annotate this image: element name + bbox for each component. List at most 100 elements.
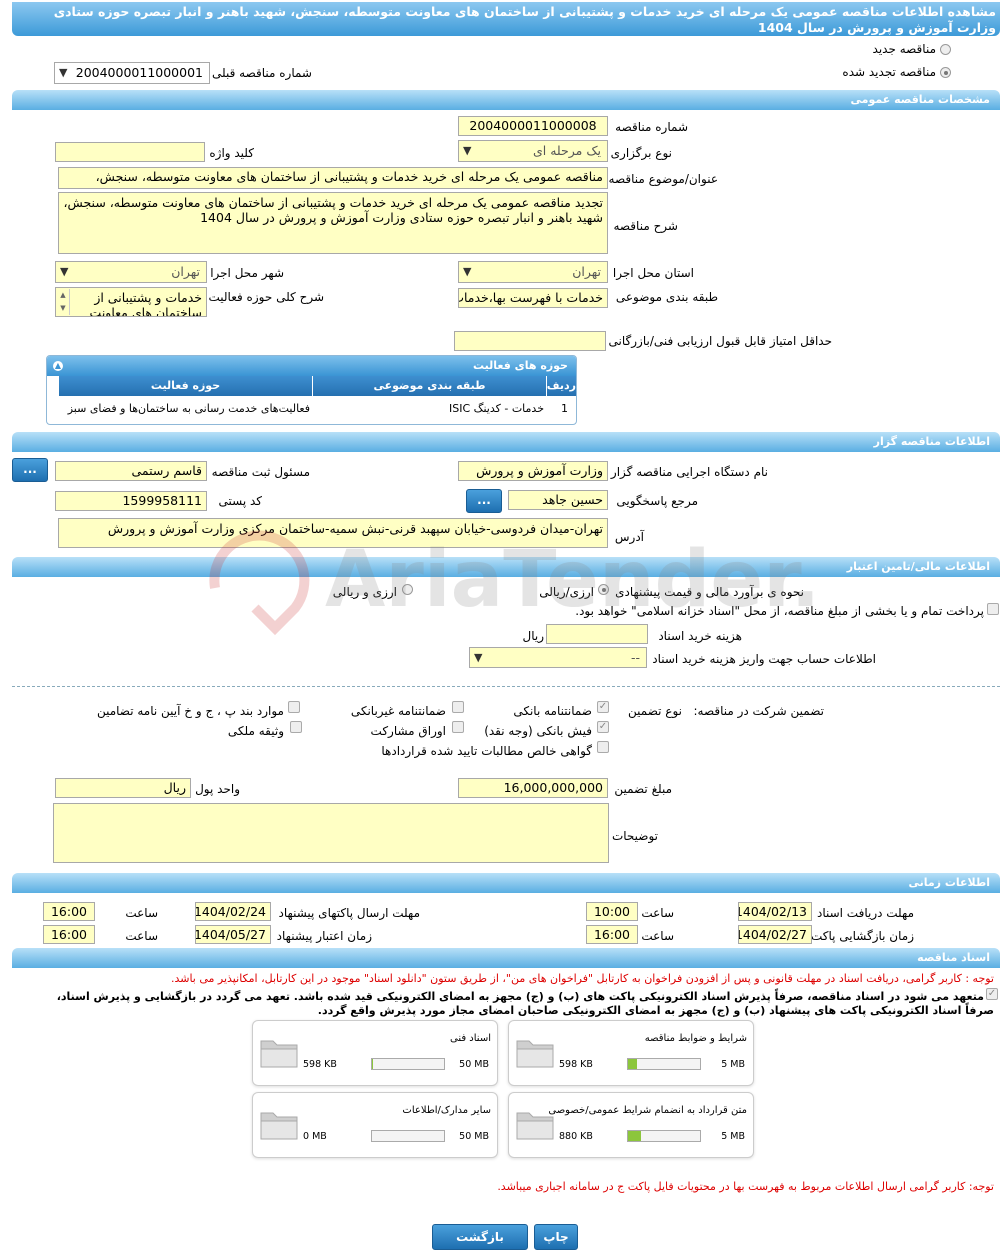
send-date-field: 1404/02/24 [195,902,271,921]
category-field: خدمات با فهرست بها،خدمات [458,288,608,308]
subject-label: عنوان/موضوع مناقصه [608,172,718,186]
file-name: سایر مدارک/اطلاعات [402,1105,491,1116]
claims-guarantee-checkbox[interactable] [597,741,609,753]
open-date-field: 1404/02/27 [738,925,812,944]
file-progress-bar [371,1058,445,1070]
col-row-header: ردیف [546,376,576,396]
city-select[interactable]: تهران ▼ [55,261,207,283]
docs-note-2: توجه: کاربر گرامی ارسال اطلاعات مربوط به… [497,1180,994,1193]
activity-table: حوزه های فعالیت ▲ ردیف طبقه بندی موضوعی … [46,355,577,425]
keyword-label: کلید واژه [209,146,254,160]
file-card-other[interactable]: سایر مدارک/اطلاعات 50 MB 0 MB [252,1092,498,1158]
city-value: تهران [171,264,200,279]
valid-hour-field: 16:00 [43,925,95,944]
province-select[interactable]: تهران ▼ [458,261,608,283]
section-docs: اسناد مناقصه [12,948,1000,968]
print-button[interactable]: چاپ [534,1224,578,1250]
activity-table-title: حوزه های فعالیت [47,356,576,376]
send-hour-field: 16:00 [43,902,95,921]
minscore-label: حداقل امتیاز قابل قبول ارزیابی فنی/بازرگ… [608,334,832,348]
valid-hour-label: ساعت [125,929,158,943]
section-organizer: اطلاعات مناقصه گزار [12,432,1000,452]
receive-hour-field: 10:00 [586,902,638,921]
valid-label: زمان اعتبار پیشنهاد [276,929,372,943]
collapse-icon[interactable]: ▲ [53,361,63,371]
prev-number-label: شماره مناقصه قبلی [212,66,312,80]
folder-icon [260,1112,298,1140]
send-label: مهلت ارسال پاکتهای پیشنهاد [278,906,420,920]
receive-label: مهلت دریافت اسناد [816,906,914,920]
notes-label: توضیحات [611,829,658,843]
ref-label: مرجع پاسخگویی [616,494,698,508]
file-card-contract[interactable]: متن قرارداد به انضمام شرایط عمومی/خصوصی … [508,1092,754,1158]
category-label: طبقه بندی موضوعی [615,290,718,304]
folder-icon [516,1040,554,1068]
ref-field: حسین جاهد [508,490,608,510]
property-guarantee-checkbox[interactable] [290,721,302,733]
amount-label: مبلغ تضمین [614,782,672,796]
guarantee-label: تضمین شرکت در مناقصه: [693,704,824,718]
watermark-logo: AriaTender.neT [209,530,815,636]
scope-field: خدمات و پشتیبانی از ساختمان های معاونت [55,287,207,317]
keyword-field[interactable] [55,142,205,162]
file-max: 5 MB [721,1131,745,1142]
commit-checkbox[interactable]: ✓ [986,988,998,1000]
file-card-conditions[interactable]: شرایط و ضوابط مناقصه 5 MB 598 KB [508,1020,754,1086]
file-progress-fill [372,1059,374,1069]
agency-label: نام دستگاه اجرایی مناقصه گزار [610,465,768,479]
type-select[interactable]: یک مرحله ای ▼ [458,140,608,162]
open-label: زمان بازگشایی پاکت ها [797,929,914,943]
nonbank-guarantee-label: ضمانتنامه غیربانکی [350,704,446,718]
cell-category: خدمات - کدینگ ISIC [448,402,544,415]
file-name: اسناد فنی [450,1033,491,1044]
cash-guarantee-checkbox[interactable]: ✓ [597,721,609,733]
renewed-tender-label: مناقصه تجدید شده [842,65,936,79]
file-card-technical[interactable]: اسناد فنی 50 MB 598 KB [252,1020,498,1086]
tender-number-label: شماره مناقصه [615,120,688,134]
minscore-field [454,331,606,351]
bank-guarantee-label: ضمانتنامه بانکی [513,704,592,718]
cell-row: 1 [561,402,568,415]
open-hour-field: 16:00 [586,925,638,944]
watermark-text: AriaTender.neT [325,535,815,625]
registrar-label: مسئول ثبت مناقصه [211,465,310,479]
col-activity-header: حوزه فعالیت [58,376,312,396]
prev-number-value: 2004000011000001 [75,65,203,80]
folder-icon [260,1040,298,1068]
postal-label: کد پستی [218,494,263,508]
chevron-down-icon: ▼ [474,651,483,664]
back-button[interactable]: بازگشت [432,1224,528,1250]
file-size: 598 KB [559,1059,593,1070]
nonbank-guarantee-checkbox[interactable] [452,701,464,713]
valid-date-field: 1404/05/27 [195,925,271,944]
renewed-tender-radio[interactable] [940,67,951,78]
account-select[interactable]: -- ▼ [469,647,647,668]
province-value: تهران [572,264,601,279]
clause-guarantee-checkbox[interactable] [288,701,300,713]
prev-number-select[interactable]: 2004000011000001 ▼ [54,62,210,84]
chevron-down-icon: ▼ [60,265,69,278]
type-value: یک مرحله ای [532,143,601,158]
scope-label: شرح کلی حوزه فعالیت [208,290,325,304]
ref-lookup-button[interactable]: ... [466,489,502,513]
page-title: مشاهده اطلاعات مناقصه عمومی یک مرحله ای … [12,2,1000,36]
chevron-down-icon: ▼ [59,66,68,79]
new-tender-radio[interactable] [940,44,951,55]
currency-field: ریال [55,778,191,798]
scope-scrollbar[interactable]: ▲ ▼ [57,289,70,315]
section-general: مشخصات مناقصه عمومی [12,90,1000,110]
file-size: 880 KB [559,1131,593,1142]
cell-activity: فعالیت‌های خدمت رسانی به ساختمان‌ها و فض… [67,402,310,415]
receive-date-field: 1404/02/13 [738,902,812,921]
tender-number-field: 2004000011000008 [458,116,608,136]
bonds-guarantee-checkbox[interactable] [452,721,464,733]
account-label: اطلاعات حساب جهت واریز هزینه خرید اسناد [652,652,876,666]
file-max: 5 MB [721,1059,745,1070]
bank-guarantee-checkbox[interactable]: ✓ [597,701,609,713]
docs-note: توجه : کاربر گرامی، دریافت اسناد در مهلت… [170,972,994,985]
divider [12,686,1000,687]
registrar-lookup-button[interactable]: ... [12,458,48,482]
type-label: نوع برگزاری [610,146,672,160]
file-progress-fill [628,1059,637,1069]
treasury-checkbox[interactable] [987,603,999,615]
